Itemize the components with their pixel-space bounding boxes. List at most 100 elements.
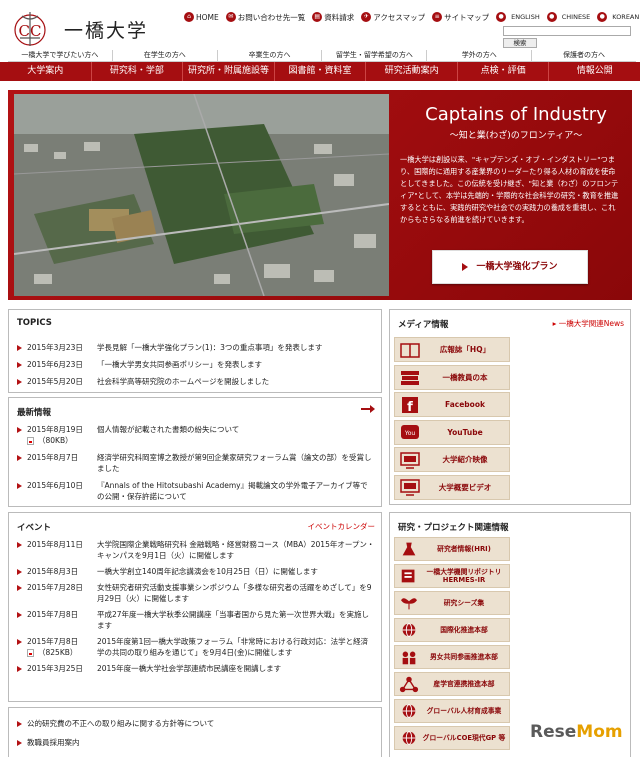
list-item[interactable]: 2015年8月3日 一橋大学創立140周年記念講演会を10月25日（日）に開催しま… (17, 566, 375, 577)
list-item[interactable]: 2015年8月7日 経済学研究科岡室博之教授が第9回企業家研究フォーラム賞（論文の… (17, 452, 375, 474)
mail-icon: ✉ (225, 12, 236, 22)
resemom-watermark: ReseMom (530, 722, 623, 742)
item-date: 2015年7月28日 (17, 582, 97, 604)
logo-letters: CC (19, 22, 42, 40)
media-button-label: 大学紹介映像 (442, 455, 488, 464)
item-date-text: 2015年8月19日 (27, 425, 83, 434)
document-icon: ▤ (312, 12, 323, 22)
media-button[interactable]: 大学紹介映像 (394, 447, 510, 472)
watermark-part-a: Rese (530, 722, 577, 742)
event-calendar-link[interactable]: イベントカレンダー (308, 521, 376, 532)
topics-heading: TOPICS (17, 318, 52, 328)
list-item[interactable]: 2015年3月23日 学長見解「一橋大学強化プラン(1)：3つの重点事項」を発表し… (17, 342, 375, 353)
research-button[interactable]: グローバルCOE現代GP 等 (394, 726, 510, 750)
research-button[interactable]: 研究シーズ集 (394, 591, 510, 615)
tv-icon (399, 478, 421, 496)
item-title: 女性研究者研究活動支援事業シンポジウム「多様な研究者の活躍をめざして」を9月29… (97, 583, 372, 603)
list-item[interactable]: 2015年7月8日 平成27年度一橋大学秋季公開講座「当事者国から見た第一次世界大… (17, 609, 375, 631)
research-button[interactable]: 男女共同参画推進本部 (394, 645, 510, 669)
media-button-label: Facebook (445, 400, 485, 409)
topnav-item-1[interactable]: ✉ お問い合わせ先一覧 (225, 12, 305, 23)
item-date-text: 2015年5月20日 (27, 377, 83, 386)
audience-nav-item[interactable]: 在学生の方へ (111, 50, 217, 61)
item-title: 2015年度一橋大学社会学部連続市民講座を開講します (97, 664, 282, 673)
list-item[interactable]: 2015年7月28日 女性研究者研究活動支援事業シンポジウム「多様な研究者の活躍を… (17, 582, 375, 604)
list-item[interactable]: 2015年8月11日 大学院国際企業戦略研究科 金融戦略・経営財務コース（MBA）… (17, 539, 375, 561)
item-date: 2015年8月3日 (17, 566, 97, 577)
rss-icon[interactable] (361, 404, 375, 414)
list-item[interactable]: 2015年5月20日 社会科学高等研究院のホームページを開設しました (17, 376, 375, 387)
related-news-label: 一橋大学関連News (558, 319, 624, 328)
book-icon (399, 341, 421, 359)
research-button[interactable]: 国際化推進本部 (394, 618, 510, 642)
main-nav-item[interactable]: 研究活動案内 (365, 62, 457, 81)
main-nav-item[interactable]: 大学案内 (0, 62, 91, 81)
related-news-link[interactable]: ▸ 一橋大学関連News (553, 318, 624, 329)
item-date: 2015年8月19日 （80KB） (17, 424, 97, 446)
list-item[interactable]: 2015年6月10日 『Annals of the Hitotsubashi Ac… (17, 480, 375, 502)
main-nav-item[interactable]: 研究科・学部 (90, 62, 183, 81)
research-button[interactable]: グローバル人材育成事業 (394, 699, 510, 723)
pdf-size: （825KB） (38, 648, 78, 657)
language-chinese[interactable]: ● CHINESE (546, 12, 590, 22)
media-button[interactable]: 広報誌「HQ」 (394, 337, 510, 362)
globe-icon (399, 702, 419, 720)
bottom-link[interactable]: 教職員採用案内 (17, 737, 214, 748)
audience-nav-item[interactable]: 一橋大学で学びたい方へ (8, 50, 112, 61)
item-title: 大学院国際企業戦略研究科 金融戦略・経営財務コース（MBA）2015年オープン・… (97, 540, 375, 560)
language-korean[interactable]: ● KOREAN (597, 12, 639, 22)
item-date: 2015年8月7日 (17, 452, 97, 474)
svg-text:f: f (407, 400, 413, 414)
topnav-item-2[interactable]: ▤ 資料請求 (312, 12, 354, 23)
item-title: 社会科学高等研究院のホームページを開設しました (97, 377, 270, 386)
people-icon (399, 648, 419, 666)
media-panel: メディア情報 ▸ 一橋大学関連News 広報誌「HQ」 一橋教員の本 f Facebo… (389, 309, 631, 505)
university-logo[interactable]: CC 一橋大学 (8, 8, 168, 48)
main-nav-item[interactable]: 図書館・資料室 (273, 62, 366, 81)
search-input[interactable] (503, 26, 631, 36)
flag-icon: ● (597, 12, 608, 22)
search-button[interactable]: 検索 (503, 38, 537, 48)
item-date-text: 2015年7月28日 (27, 583, 83, 592)
research-button[interactable]: 研究者情報(HRI) (394, 537, 510, 561)
media-button-label: YouTube (447, 427, 483, 437)
media-button-label: 大学概要ビデオ (438, 482, 492, 492)
media-button-label: 広報誌「HQ」 (439, 345, 491, 354)
item-date: 2015年6月23日 (17, 359, 97, 370)
item-title: 学長見解「一橋大学強化プラン(1)：3つの重点事項」を発表します (97, 343, 323, 352)
main-nav-item[interactable]: 点検・評価 (456, 62, 549, 81)
hero-banner: Captains of Industry 〜知と業(わざ)のフロンティア〜 一橋… (8, 90, 632, 300)
list-item[interactable]: 2015年3月25日 2015年度一橋大学社会学部連続市民講座を開講します (17, 663, 375, 674)
media-button[interactable]: 大学概要ビデオ (394, 474, 510, 500)
research-button[interactable]: 一橋大学機関リポジトリ HERMES-IR (394, 564, 510, 588)
media-button[interactable]: f Facebook (394, 392, 510, 417)
audience-nav-item[interactable]: 保護者の方へ (531, 50, 636, 61)
media-button[interactable]: You YouTube (394, 419, 510, 445)
media-button[interactable]: 一橋教員の本 (394, 364, 510, 390)
language-english[interactable]: ● ENGLISH (496, 12, 540, 22)
research-button[interactable]: 産学官連携推進本部 (394, 672, 510, 696)
pdf-icon (27, 437, 34, 445)
main-nav-item[interactable]: 研究所・附属施設等 (182, 62, 274, 81)
main-nav-item[interactable]: 情報公開 (548, 62, 640, 81)
utility-nav: ⌂ HOME ✉ お問い合わせ先一覧 ▤ 資料請求 ✈ アクセスマップ ≡ サイトマップ ● ENGL… (184, 10, 639, 24)
topnav-item-3[interactable]: ✈ アクセスマップ (361, 12, 425, 23)
bottom-link[interactable]: 公的研究費の不正への取り組みに関する方針等について (17, 718, 214, 729)
list-item[interactable]: 2015年8月19日 （80KB） 個人情報が記載された書類の紛失について (17, 424, 375, 446)
topnav-item-0[interactable]: ⌂ HOME (184, 12, 219, 22)
item-date-text: 2015年8月3日 (27, 567, 79, 576)
audience-nav-item[interactable]: 留学生・留学希望の方へ (321, 50, 426, 61)
globe-icon (399, 621, 419, 639)
audience-nav-item[interactable]: 学外の方へ (426, 50, 531, 61)
list-item[interactable]: 2015年7月8日 （825KB） 2015年度第1回一橋大学政策フォーラム「非常時… (17, 636, 375, 658)
strengthening-plan-button[interactable]: 一橋大学強化プラン (432, 250, 588, 284)
network-icon (399, 675, 419, 693)
arrow-right-icon (462, 262, 469, 271)
topnav-item-4[interactable]: ≡ サイトマップ (432, 12, 489, 23)
flag-icon: ● (496, 12, 507, 22)
strengthening-plan-label: 一橋大学強化プラン (476, 262, 558, 272)
flag-icon: ● (546, 12, 557, 22)
list-item[interactable]: 2015年6月23日 「一橋大学男女共同参画ポリシー」を発表します (17, 359, 375, 370)
books-icon (399, 368, 421, 386)
audience-nav-item[interactable]: 卒業生の方へ (216, 50, 322, 61)
